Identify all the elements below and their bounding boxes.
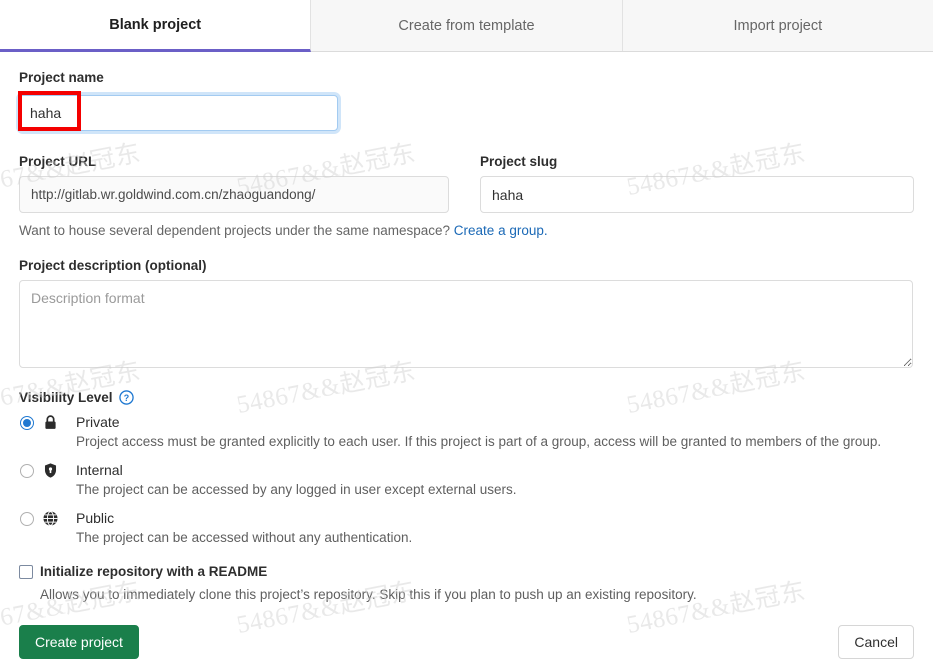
svg-text:?: ? xyxy=(123,393,128,403)
radio-private[interactable] xyxy=(20,416,34,430)
radio-public[interactable] xyxy=(20,512,34,526)
radio-internal[interactable] xyxy=(20,464,34,478)
project-slug-label: Project slug xyxy=(480,154,558,169)
initialize-readme-description: Allows you to immediately clone this pro… xyxy=(40,587,697,602)
visibility-internal-description: The project can be accessed by any logge… xyxy=(76,482,517,497)
create-project-button[interactable]: Create project xyxy=(19,625,139,659)
visibility-internal-name: Internal xyxy=(76,462,123,478)
visibility-public-description: The project can be accessed without any … xyxy=(76,530,413,545)
project-url-field: http://gitlab.wr.goldwind.com.cn/zhaogua… xyxy=(19,176,449,213)
tab-blank-project-label: Blank project xyxy=(109,16,202,33)
shield-icon xyxy=(42,462,59,479)
tab-create-from-template[interactable]: Create from template xyxy=(311,0,623,51)
visibility-private-description: Project access must be granted explicitl… xyxy=(76,434,882,449)
project-url-column: Project URL http://gitlab.wr.goldwind.co… xyxy=(19,134,460,213)
initialize-readme-checkbox[interactable] xyxy=(19,565,33,579)
cancel-button[interactable]: Cancel xyxy=(838,625,914,659)
visibility-private-name: Private xyxy=(76,414,120,430)
project-url-label: Project URL xyxy=(19,154,97,169)
project-slug-input[interactable] xyxy=(480,176,914,213)
visibility-option-private[interactable]: Private Project access must be granted e… xyxy=(19,414,914,450)
namespace-helper-label: Want to house several dependent projects… xyxy=(19,223,451,238)
project-name-input[interactable] xyxy=(19,95,338,131)
project-name-row xyxy=(18,91,914,134)
project-description-label: Project description (optional) xyxy=(19,258,207,273)
project-slug-column: Project slug xyxy=(480,134,914,213)
lock-icon xyxy=(42,414,59,431)
visibility-option-public[interactable]: Public The project can be accessed witho… xyxy=(19,510,914,546)
tab-blank-project[interactable]: Blank project xyxy=(0,0,312,52)
tab-create-from-template-label: Create from template xyxy=(398,17,535,34)
create-a-group-link[interactable]: Create a group. xyxy=(454,223,548,238)
initialize-readme-block: Initialize repository with a README Allo… xyxy=(19,563,914,603)
url-slug-row: Project URL http://gitlab.wr.goldwind.co… xyxy=(19,134,914,213)
visibility-level-heading: Visibility Level ? xyxy=(19,390,914,405)
namespace-helper-text: Want to house several dependent projects… xyxy=(19,223,914,238)
globe-icon xyxy=(42,510,59,527)
project-type-tabs: Blank project Create from template Impor… xyxy=(0,0,933,52)
project-name-label: Project name xyxy=(19,70,104,85)
tab-import-project[interactable]: Import project xyxy=(622,0,933,51)
visibility-option-internal[interactable]: Internal The project can be accessed by … xyxy=(19,462,914,498)
tab-import-project-label: Import project xyxy=(733,17,823,34)
project-description-textarea[interactable] xyxy=(19,280,913,368)
form-footer: Create project Cancel xyxy=(19,625,914,659)
visibility-level-label: Visibility Level xyxy=(19,390,113,405)
initialize-readme-label: Initialize repository with a README xyxy=(40,564,268,579)
visibility-public-name: Public xyxy=(76,510,115,526)
new-project-form: Project name Project URL http://gitlab.w… xyxy=(0,70,933,659)
question-circle-icon[interactable]: ? xyxy=(118,390,134,405)
